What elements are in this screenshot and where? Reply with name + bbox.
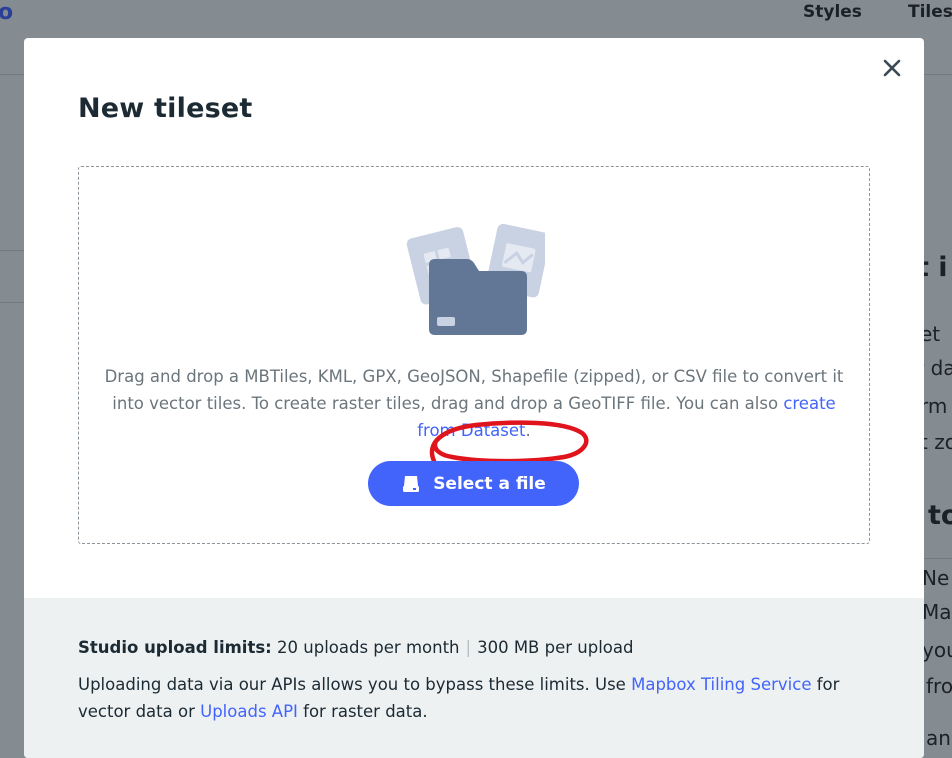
header-divider-left xyxy=(0,74,24,75)
mapbox-tiling-service-link[interactable]: Mapbox Tiling Service xyxy=(631,675,811,694)
dropzone-text-end: . xyxy=(525,421,531,440)
bg-text-fragment: you xyxy=(922,638,952,662)
uploads-per-month: 20 uploads per month xyxy=(277,638,460,657)
header-divider-right xyxy=(924,74,952,75)
bg-text-fragment: Ne xyxy=(922,566,950,590)
bg-text-fragment: t zo xyxy=(920,430,952,454)
upload-limits: Studio upload limits: 20 uploads per mon… xyxy=(78,638,633,657)
modal-title: New tileset xyxy=(78,93,253,124)
file-dropzone[interactable]: Drag and drop a MBTiles, KML, GPX, GeoJS… xyxy=(78,166,870,544)
close-button[interactable] xyxy=(880,56,904,80)
limits-separator: | xyxy=(465,638,472,657)
bg-text-fragment: fro xyxy=(926,674,952,698)
divider-left-1 xyxy=(0,250,24,251)
bg-text-fragment: rm xyxy=(920,394,948,418)
api-text-1: Uploading data via our APIs allows you t… xyxy=(78,675,632,694)
select-file-label: Select a file xyxy=(433,473,546,494)
nav-styles[interactable]: Styles xyxy=(803,2,862,22)
drive-icon xyxy=(403,475,420,492)
select-file-button[interactable]: Select a file xyxy=(368,461,579,506)
divider-left-2 xyxy=(0,302,24,303)
bg-text-fragment: Ma xyxy=(922,600,952,624)
size-per-upload: 300 MB per upload xyxy=(477,638,634,657)
new-tileset-modal: New tileset Drag and drop a MBTiles, KML… xyxy=(24,38,924,758)
api-text-3: for raster data. xyxy=(297,702,428,721)
close-icon[interactable] xyxy=(880,56,904,80)
nav-tilesets[interactable]: Tilese xyxy=(908,2,952,22)
uploads-api-link[interactable]: Uploads API xyxy=(200,702,298,721)
dropzone-text: Drag and drop a MBTiles, KML, GPX, GeoJS… xyxy=(104,367,844,413)
dropzone-instructions: Drag and drop a MBTiles, KML, GPX, GeoJS… xyxy=(99,363,849,444)
bg-text-fragment: an xyxy=(926,726,951,750)
bg-heading-fragment: to xyxy=(928,500,952,531)
divider-right-1 xyxy=(924,558,952,559)
app-logo-fragment: o xyxy=(0,0,14,25)
folder-upload-illustration xyxy=(406,223,545,335)
api-info-text: Uploading data via our APIs allows you t… xyxy=(78,671,878,725)
limits-label: Studio upload limits: xyxy=(78,638,272,657)
modal-footer: Studio upload limits: 20 uploads per mon… xyxy=(24,598,924,758)
